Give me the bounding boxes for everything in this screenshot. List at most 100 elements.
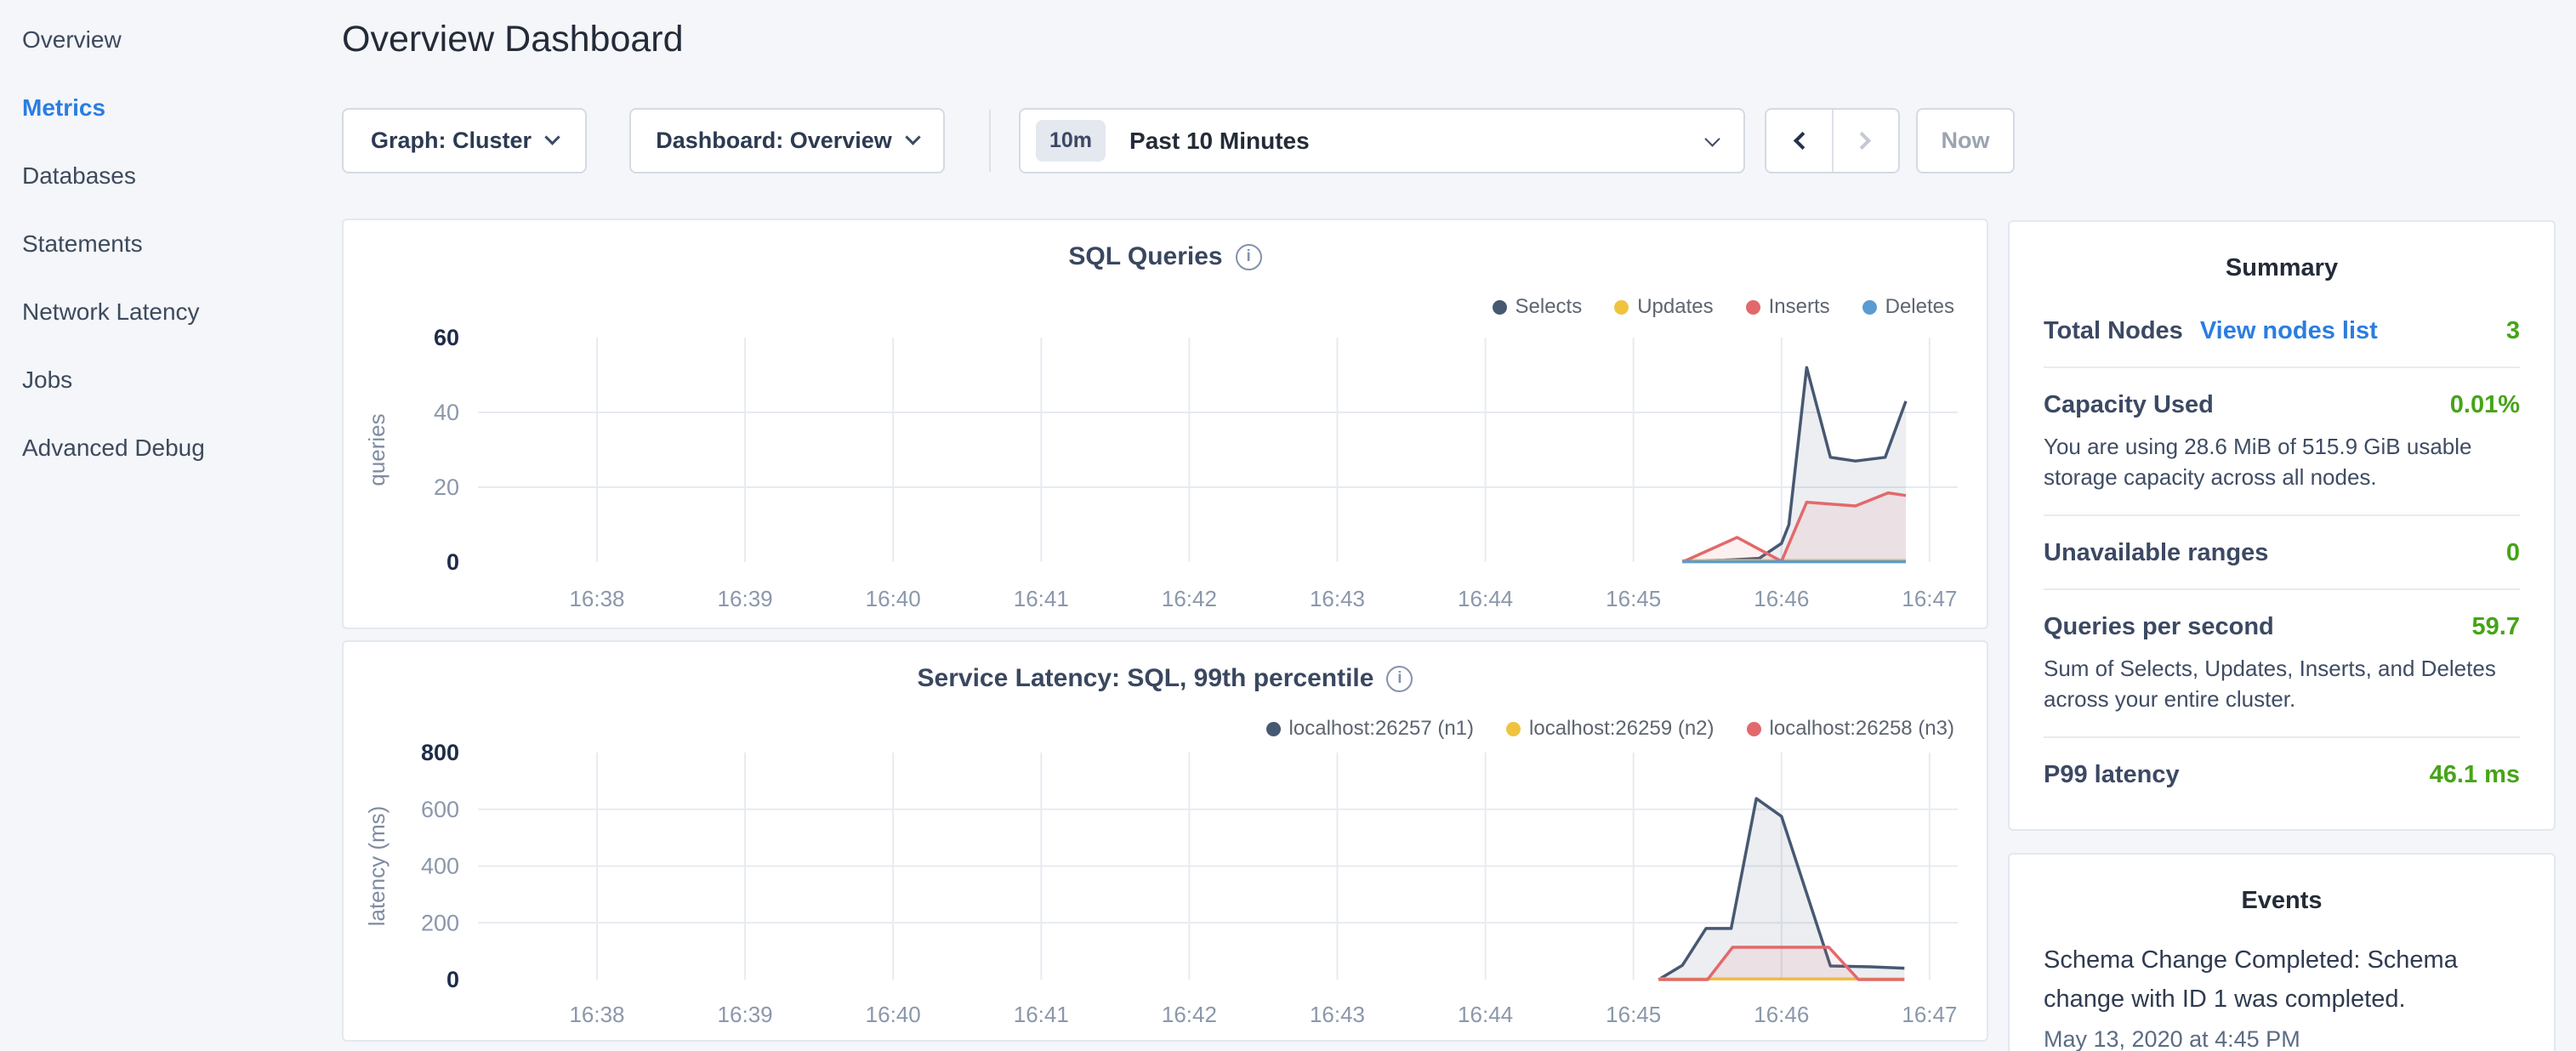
sidebar-item-statements[interactable]: Statements [22,230,340,258]
legend-item: localhost:26258 (n3) [1747,717,1954,741]
view-nodes-list-link[interactable]: View nodes list [2200,317,2378,345]
y-axis-label: latency (ms) [364,806,390,927]
summary-row-p99-latency: P99 latency 46.1 ms [2044,738,2520,810]
time-next-button[interactable] [1834,110,1899,172]
toolbar-divider [989,110,991,172]
legend-item: Deletes [1862,295,1954,319]
legend-dot-icon [1747,722,1761,736]
legend-item: Selects [1493,295,1583,319]
legend-dot-icon [1862,300,1877,315]
chevron-down-icon [1704,131,1720,146]
summary-value: 59.7 [2472,613,2520,641]
chevron-right-icon [1853,132,1871,150]
time-range-dropdown[interactable]: 10m Past 10 Minutes [1019,108,1745,173]
legend-dot-icon [1614,300,1629,315]
event-timestamp: May 13, 2020 at 4:45 PM [2044,1026,2520,1051]
sidebar-item-overview[interactable]: Overview [22,26,340,54]
summary-panel: Summary Total Nodes View nodes list 3 Ca… [2008,220,2556,831]
summary-label: Unavailable ranges [2044,539,2268,567]
events-title: Events [2044,887,2520,915]
sql-queries-plot[interactable]: 16:38 16:39 16:40 16:41 16:42 16:43 16:44 16:45… [344,323,1990,635]
now-button[interactable]: Now [1916,108,2015,173]
summary-title: Summary [2044,254,2520,282]
y-tick-label: 600 [421,797,459,822]
legend-dot-icon [1266,722,1281,736]
event-text[interactable]: Schema Change Completed: Schema change w… [2044,940,2520,1020]
summary-label: Capacity Used [2044,391,2214,419]
chart-svg: 16:3816:3916:4016:4116:4216:4316:4416:45… [344,738,1990,1042]
summary-row-capacity-used: Capacity Used 0.01% You are using 28.6 M… [2044,368,2520,516]
summary-row-unavailable-ranges: Unavailable ranges 0 [2044,516,2520,590]
summary-row-total-nodes: Total Nodes View nodes list 3 [2044,294,2520,368]
sidebar-item-metrics[interactable]: Metrics [22,94,340,122]
sidebar-item-advanced-debug[interactable]: Advanced Debug [22,434,340,463]
summary-label: Queries per second [2044,613,2274,641]
legend-item: localhost:26259 (n2) [1506,717,1714,741]
x-tick-label: 16:47 [1902,586,1957,611]
x-tick-label: 16:40 [866,586,921,611]
chart-svg: 16:38 16:39 16:40 16:41 16:42 16:43 16:44 16:45… [344,323,1990,631]
chart-legend: Selects Updates Inserts Deletes [1493,295,1955,319]
summary-row-queries-per-second: Queries per second 59.7 Sum of Selects, … [2044,590,2520,738]
dashboard-dropdown-label: Dashboard: Overview [656,128,892,154]
legend-dot-icon [1746,300,1760,315]
y-tick-label: 60 [434,325,459,350]
time-range-label: Past 10 Minutes [1129,128,1310,155]
graph-dropdown[interactable]: Graph: Cluster [342,108,587,173]
app-root: Overview Metrics Databases Statements Ne… [0,0,2576,1051]
x-tick-label: 16:41 [1014,586,1069,611]
dashboard-dropdown[interactable]: Dashboard: Overview [629,108,945,173]
legend-item: Updates [1614,295,1713,319]
x-tick-label: 16:38 [569,586,624,611]
chevron-left-icon [1794,132,1811,150]
legend-item: Inserts [1746,295,1830,319]
x-tick-label: 16:46 [1754,1002,1809,1027]
x-tick-label: 16:40 [866,1002,921,1027]
y-tick-label: 0 [446,967,459,992]
chart-legend: localhost:26257 (n1) localhost:26259 (n2)… [1266,717,1954,741]
service-latency-plot[interactable]: 16:3816:3916:4016:4116:4216:4316:4416:45… [344,738,1990,1047]
graph-dropdown-label: Graph: Cluster [371,128,532,154]
legend-item: localhost:26257 (n1) [1266,717,1474,741]
y-tick-label: 400 [421,854,459,879]
y-tick-label: 800 [421,740,459,765]
summary-value: 3 [2506,317,2520,345]
sidebar-item-databases[interactable]: Databases [22,162,340,190]
sidebar-item-jobs[interactable]: Jobs [22,366,340,395]
y-tick-label: 40 [434,400,459,425]
x-tick-label: 16:42 [1162,1002,1217,1027]
x-tick-label: 16:45 [1606,1002,1661,1027]
y-tick-label: 20 [434,474,459,500]
summary-value: 46.1 ms [2430,761,2520,789]
time-prev-button[interactable] [1766,110,1834,172]
chart-title-row: SQL Queries i [344,242,1987,271]
x-tick-label: 16:44 [1458,1002,1513,1027]
events-panel: Events Schema Change Completed: Schema c… [2008,853,2556,1051]
time-step-button-group [1765,108,1900,173]
info-icon[interactable]: i [1386,666,1413,692]
summary-value: 0 [2506,539,2520,567]
x-tick-label: 16:38 [569,1002,624,1027]
legend-dot-icon [1506,722,1521,736]
x-tick-label: 16:43 [1310,1002,1365,1027]
chart-title: SQL Queries [1068,242,1222,271]
x-tick-label: 16:44 [1458,586,1513,611]
sql-queries-chart-card: SQL Queries i Selects Updates Inserts Delet… [342,219,1988,629]
legend-dot-icon [1493,300,1507,315]
sidebar-item-network-latency[interactable]: Network Latency [22,298,340,327]
x-tick-label: 16:39 [718,586,773,611]
x-tick-label: 16:42 [1162,586,1217,611]
summary-value: 0.01% [2450,391,2520,419]
x-tick-label: 16:43 [1310,586,1365,611]
x-tick-label: 16:46 [1754,586,1809,611]
info-icon[interactable]: i [1236,244,1262,270]
chart-title: Service Latency: SQL, 99th percentile [918,664,1374,693]
x-tick-label: 16:47 [1902,1002,1957,1027]
service-latency-chart-card: Service Latency: SQL, 99th percentile i … [342,640,1988,1042]
summary-subtext: You are using 28.6 MiB of 515.9 GiB usab… [2044,431,2520,493]
chart-title-row: Service Latency: SQL, 99th percentile i [344,664,1987,693]
y-tick-label: 0 [446,549,459,575]
sidebar: Overview Metrics Databases Statements Ne… [0,0,340,502]
x-tick-label: 16:45 [1606,586,1661,611]
page-title: Overview Dashboard [342,19,684,60]
